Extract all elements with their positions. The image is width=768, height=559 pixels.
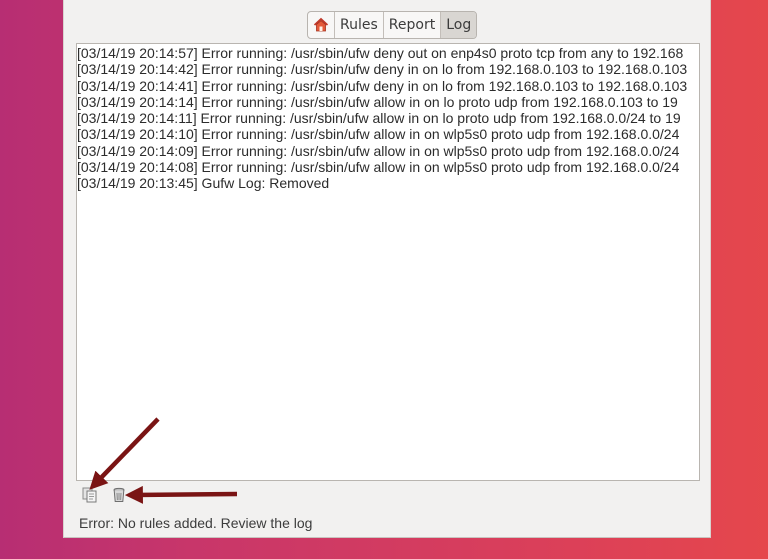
log-line: [03/14/19 20:14:08] Error running: /usr/… — [77, 159, 680, 176]
tab-bar: Rules Report Log — [307, 11, 478, 39]
log-line: [03/14/19 20:14:42] Error running: /usr/… — [77, 61, 688, 78]
copy-log-button[interactable] — [81, 486, 99, 504]
tab-report[interactable]: Report — [382, 12, 440, 38]
log-line: [03/14/19 20:14:11] Error running: /usr/… — [77, 110, 681, 127]
gufw-window: Rules Report Log [03/14/19 20:14:57] Err… — [63, 0, 711, 538]
log-line: [03/14/19 20:14:14] Error running: /usr/… — [77, 93, 678, 110]
tab-log[interactable]: Log — [440, 12, 477, 38]
log-line: [03/14/19 20:13:45] Gufw Log: Removed — [77, 175, 330, 192]
trash-icon — [113, 487, 125, 502]
log-line: [03/14/19 20:14:10] Error running: /usr/… — [77, 126, 680, 143]
tab-rules[interactable]: Rules — [334, 12, 383, 38]
log-line: [03/14/19 20:14:57] Error running: /usr/… — [77, 45, 684, 61]
log-textview[interactable]: [03/14/19 20:14:57] Error running: /usr/… — [76, 43, 700, 481]
status-message: Error: No rules added. Review the log — [79, 515, 313, 531]
clear-log-button[interactable] — [110, 486, 128, 504]
log-line: [03/14/19 20:14:09] Error running: /usr/… — [77, 142, 680, 159]
tab-home[interactable] — [308, 12, 334, 38]
log-line: [03/14/19 20:14:41] Error running: /usr/… — [77, 77, 688, 94]
copy-icon — [82, 487, 97, 503]
home-icon — [313, 17, 329, 32]
